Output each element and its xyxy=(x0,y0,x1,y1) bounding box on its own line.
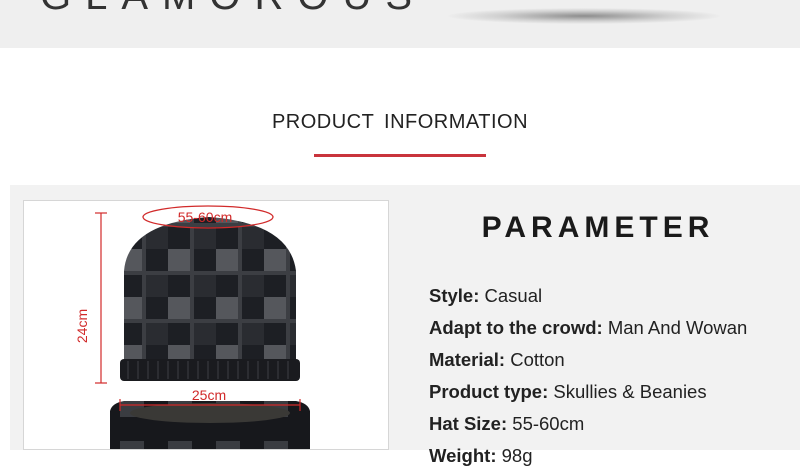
circumference-label: 55-60cm xyxy=(178,209,232,225)
spec-key: Style: xyxy=(429,285,480,306)
spec-row-material: Material: Cotton xyxy=(429,348,747,380)
brand-logo-text: GLAMOROUS xyxy=(40,0,426,19)
spec-list: Style: Casual Adapt to the crowd: Man An… xyxy=(429,284,747,476)
height-dimension xyxy=(95,212,107,384)
spec-row-hat-size: Hat Size: 55-60cm xyxy=(429,412,747,444)
spec-value: Cotton xyxy=(510,349,565,370)
spec-value: Man And Wowan xyxy=(607,317,748,338)
header-band: GLAMOROUS xyxy=(0,0,800,48)
spec-key: Adapt to the crowd: xyxy=(429,317,603,338)
parameter-title: PARAMETER xyxy=(481,211,715,244)
spec-row-style: Style: Casual xyxy=(429,284,747,316)
product-image: 55-60cm 24cm 25cm xyxy=(23,200,389,450)
spec-key: Material: xyxy=(429,349,506,370)
spec-key: Product type: xyxy=(429,381,549,402)
spec-key: Hat Size: xyxy=(429,413,508,434)
decorative-shadow xyxy=(448,8,720,24)
spec-value: 98g xyxy=(501,445,533,466)
spec-key: Weight: xyxy=(429,445,497,466)
title-underline xyxy=(314,154,486,157)
spec-row-crowd: Adapt to the crowd: Man And Wowan xyxy=(429,316,747,348)
spec-value: 55-60cm xyxy=(512,413,585,434)
spec-row-product-type: Product type: Skullies & Beanies xyxy=(429,380,747,412)
beanie-illustration: 55-60cm 24cm 25cm xyxy=(74,205,310,449)
section-title: PRODUCT INFORMATION xyxy=(271,111,529,133)
spec-value: Skullies & Beanies xyxy=(553,381,707,402)
spec-value: Casual xyxy=(484,285,543,306)
height-label: 24cm xyxy=(74,309,90,343)
spec-row-weight: Weight: 98g xyxy=(429,444,747,476)
width-label: 25cm xyxy=(192,387,226,403)
